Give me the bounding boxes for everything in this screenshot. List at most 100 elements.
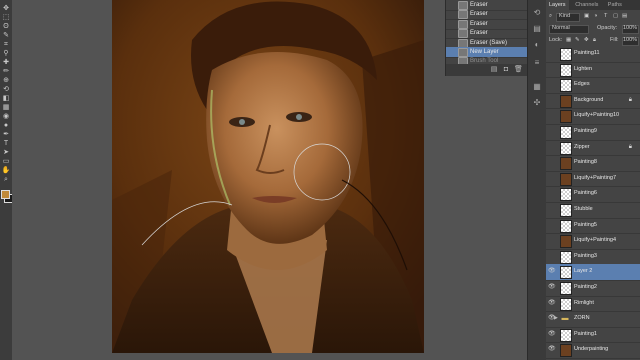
group-expand-arrow-icon[interactable]: ▶	[554, 315, 558, 321]
kind-filter-label: Kind	[559, 13, 571, 19]
layer-name: Rimlight	[574, 299, 594, 306]
lock-icon: 🔒︎	[628, 96, 632, 103]
layer-row[interactable]: Painting3	[546, 249, 640, 266]
layer-row[interactable]: Edges	[546, 77, 640, 94]
layer-name: ZORN	[574, 315, 590, 322]
layer-thumbnail	[560, 48, 572, 61]
visibility-eye-icon[interactable]	[548, 97, 555, 104]
tab-paths[interactable]: Paths	[605, 0, 625, 10]
layer-row[interactable]: Stubble	[546, 202, 640, 219]
layer-row[interactable]: 👁︎ Painting2	[546, 280, 640, 297]
layer-row[interactable]: Painting5	[546, 218, 640, 235]
snapshot-icon[interactable]: ◘	[502, 66, 510, 74]
layer-thumbnail	[560, 157, 572, 171]
layer-row[interactable]: Painting8	[546, 155, 640, 172]
foreground-color-swatch[interactable]	[1, 190, 10, 199]
layer-row[interactable]: 👁︎ ▶ ▬ ZORN	[546, 311, 640, 328]
visibility-eye-icon[interactable]	[548, 128, 555, 135]
layer-thumbnail	[560, 141, 572, 155]
layer-name: Liquify+Painting4	[574, 237, 617, 244]
visibility-eye-icon[interactable]	[548, 144, 555, 151]
lock-pixels-icon[interactable]: ▦	[566, 35, 571, 45]
lock-label: Lock:	[549, 37, 563, 43]
canvas-area[interactable]	[12, 0, 445, 360]
layer-row[interactable]: Liquify+Painting10	[546, 108, 640, 125]
panel-dock-empty	[445, 76, 527, 360]
layer-name: Painting5	[574, 221, 597, 228]
visibility-eye-icon[interactable]	[548, 81, 555, 88]
filter-type-icon[interactable]: T	[604, 11, 607, 21]
adjustments-panel-icon[interactable]: ◐	[532, 40, 542, 50]
visibility-eye-icon[interactable]	[548, 190, 555, 197]
visibility-eye-icon[interactable]	[548, 175, 555, 182]
styles-panel-icon[interactable]: ✣	[532, 98, 542, 108]
filter-adjust-icon[interactable]: ◑	[594, 11, 597, 21]
filter-smart-icon[interactable]: ▤	[622, 11, 627, 21]
visibility-eye-icon[interactable]	[548, 222, 555, 229]
filter-shape-icon[interactable]: ▢	[613, 11, 618, 21]
layer-row[interactable]: Painting11	[546, 46, 640, 63]
layer-row[interactable]: 👁︎ Layer 2	[546, 264, 640, 281]
lock-icon: 🔒︎	[628, 143, 632, 150]
panel-icon-strip: ⟲ ▤ ◐ ≡ ▦ ✣	[527, 0, 547, 360]
properties-panel-icon[interactable]: ≡	[532, 58, 542, 68]
layer-name: Painting3	[574, 252, 597, 259]
history-panel-icon[interactable]: ⟲	[532, 8, 542, 18]
layer-row[interactable]: Liquify+Painting4	[546, 233, 640, 250]
layer-name: Stubble	[574, 206, 593, 212]
layer-row[interactable]: Background 🔒︎	[546, 93, 640, 110]
artwork-portrait[interactable]	[112, 0, 424, 353]
visibility-eye-icon[interactable]	[548, 50, 555, 57]
layer-thumbnail	[560, 94, 572, 108]
layer-row[interactable]: 👁︎ Underpainting	[546, 342, 640, 359]
visibility-eye-icon[interactable]	[548, 206, 555, 213]
layer-name: Painting6	[574, 190, 597, 197]
visibility-eye-icon[interactable]: 👁︎	[548, 268, 556, 275]
layer-row[interactable]: 👁︎ Painting1	[546, 327, 640, 344]
visibility-eye-icon[interactable]	[548, 112, 555, 119]
layer-row[interactable]: Zipper 🔒︎	[546, 140, 640, 157]
layer-thumbnail	[560, 250, 572, 264]
fill-label: Fill:	[610, 37, 619, 43]
lock-all-icon[interactable]: 🔒︎	[593, 35, 596, 45]
layer-name: Layer 2	[574, 268, 593, 275]
new-document-icon[interactable]: ▤	[490, 66, 498, 74]
layer-name: Underpainting	[574, 346, 609, 353]
visibility-eye-icon[interactable]	[548, 66, 555, 73]
layer-row[interactable]: 👁︎ Rimlight	[546, 296, 640, 313]
opacity-value: 100%	[623, 25, 638, 31]
visibility-eye-icon[interactable]: 👁︎	[548, 300, 556, 307]
layer-row[interactable]: Liquify+Painting7	[546, 171, 640, 188]
layer-name: Edges	[574, 81, 590, 88]
layers-panel: Layers Channels Paths ⌕ Kind ▣ ◑ T ▢ ▤ Nor…	[546, 0, 640, 360]
lock-paint-icon[interactable]: ✎	[575, 35, 580, 45]
visibility-eye-icon[interactable]: 👁︎	[548, 331, 556, 338]
filter-pixel-icon[interactable]: ▣	[584, 11, 589, 21]
tab-channels[interactable]: Channels	[572, 0, 601, 10]
folder-icon: ▬	[561, 315, 569, 323]
blend-mode-value: Normal	[552, 25, 570, 31]
visibility-eye-icon[interactable]	[548, 159, 555, 166]
trash-icon[interactable]: 🗑︎	[514, 66, 523, 74]
visibility-eye-icon[interactable]: 👁︎	[548, 284, 556, 291]
layer-thumbnail	[560, 63, 572, 77]
history-panel: Eraser Eraser Eraser Eraser Eraser (Save) New…	[445, 0, 528, 76]
layer-name: Painting2	[574, 284, 597, 290]
visibility-eye-icon[interactable]	[548, 253, 555, 260]
zoom-tool-icon[interactable]: ⌕	[1, 175, 11, 185]
layer-thumbnail	[560, 266, 572, 280]
visibility-eye-icon[interactable]	[548, 237, 555, 244]
layer-row[interactable]: Painting6	[546, 186, 640, 203]
layers-panel-icon[interactable]: ▤	[532, 24, 542, 34]
visibility-eye-icon[interactable]: 👁︎	[548, 346, 556, 353]
layer-row[interactable]: Lighten	[546, 62, 640, 79]
history-footer: ▤ ◘ 🗑︎	[446, 64, 528, 76]
layer-row[interactable]: Painting9	[546, 124, 640, 141]
lock-move-icon[interactable]: ✥	[584, 35, 589, 45]
tab-layers[interactable]: Layers	[546, 0, 569, 10]
lock-row: Lock: ▦ ✎ ✥ 🔒︎ Fill: 100%	[546, 35, 640, 46]
layer-thumbnail	[560, 188, 572, 202]
swatches-panel-icon[interactable]: ▦	[532, 82, 542, 92]
blend-row: Normal Opacity: 100%	[546, 23, 640, 34]
layer-thumbnail	[560, 282, 572, 295]
